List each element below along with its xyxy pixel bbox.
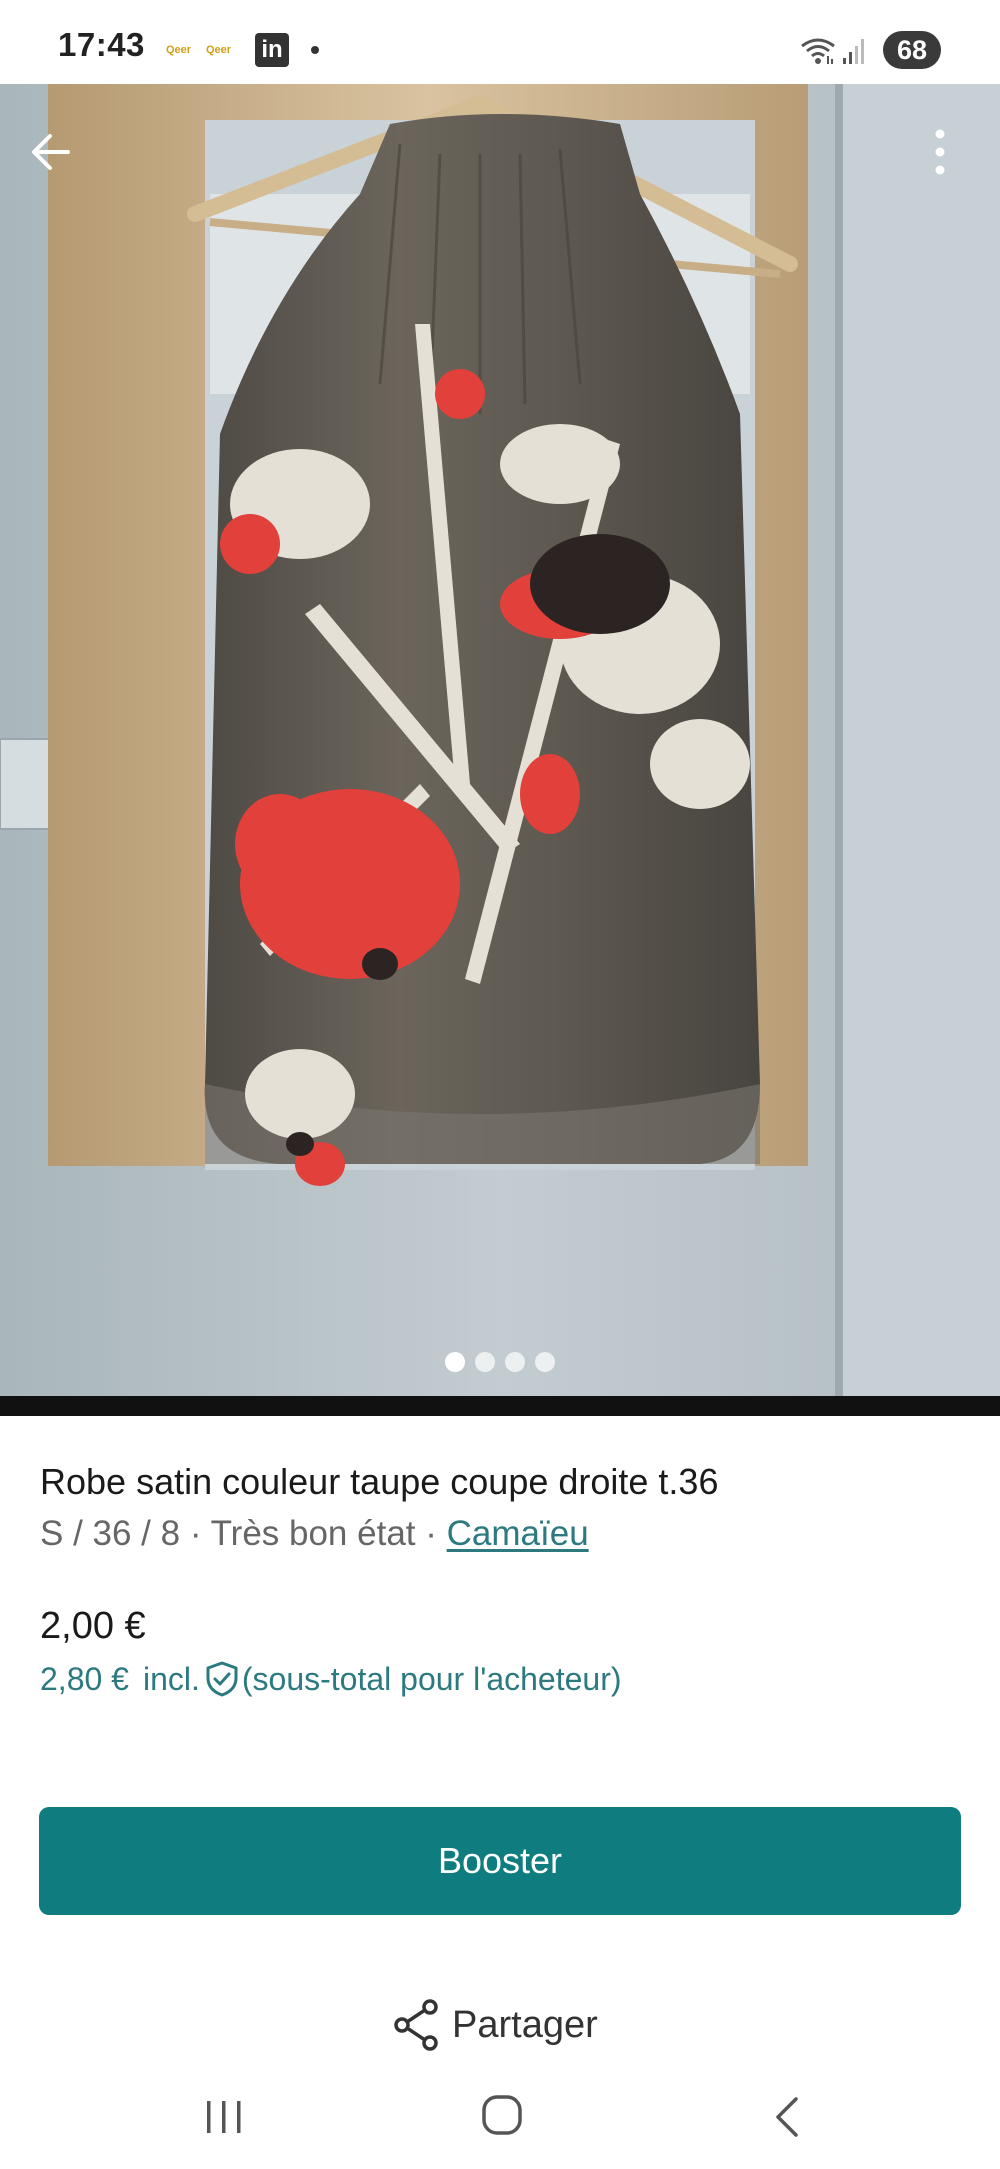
item-price: 2,00 €	[40, 1605, 146, 1647]
status-time: 17:43	[58, 26, 145, 63]
buyer-note: (sous-total pour l'acheteur)	[241, 1661, 622, 1697]
buyer-incl-label: incl.	[142, 1661, 200, 1697]
gallery-pagination	[0, 1352, 1000, 1377]
more-options-button[interactable]	[920, 122, 960, 182]
brand-link[interactable]: Camaïeu	[447, 1514, 589, 1553]
dress-photo-image	[0, 84, 1000, 1396]
meta-separator-2: ·	[425, 1514, 437, 1553]
item-condition: Très bon état	[210, 1514, 416, 1553]
more-notifications-dot-icon	[311, 46, 319, 54]
signal-icon	[843, 39, 864, 64]
buyer-protection-price[interactable]: 2,80 € incl. (sous-total pour l'acheteur)	[40, 1660, 622, 1698]
wifi-icon	[801, 38, 835, 64]
share-label: Partager	[452, 2003, 598, 2046]
notification-app-icon: Qeer	[166, 44, 192, 56]
gallery-dot-2[interactable]	[475, 1352, 495, 1372]
share-button[interactable]: Partager	[392, 1998, 598, 2058]
item-title: Robe satin couleur taupe coupe droite t.…	[40, 1461, 719, 1502]
gallery-dot-3[interactable]	[505, 1352, 525, 1372]
gallery-dot-1[interactable]	[445, 1352, 465, 1372]
item-meta: S / 36 / 8 · Très bon état · Camaïeu	[40, 1514, 589, 1554]
linkedin-icon: in	[255, 33, 289, 67]
item-size: S / 36 / 8	[40, 1514, 181, 1553]
battery-badge: 68	[883, 31, 941, 69]
shield-check-icon	[206, 1661, 238, 1697]
notification-app-icon-2: Qeer	[206, 44, 232, 56]
share-icon	[394, 1999, 438, 2051]
meta-separator: ·	[189, 1514, 202, 1553]
buyer-price: 2,80 €	[40, 1661, 129, 1697]
status-bar: 17:43 Qeer Qeer in 68	[0, 0, 1000, 84]
gallery-dot-4[interactable]	[535, 1352, 555, 1372]
nav-back-icon[interactable]	[768, 2093, 804, 2141]
item-photo[interactable]	[0, 84, 1000, 1396]
home-icon[interactable]	[480, 2093, 524, 2137]
booster-button[interactable]: Booster	[39, 1807, 961, 1915]
back-button[interactable]	[24, 122, 84, 182]
recent-apps-icon[interactable]	[202, 2097, 246, 2137]
photo-divider	[0, 1396, 1000, 1416]
system-nav-bar	[0, 2069, 1000, 2169]
